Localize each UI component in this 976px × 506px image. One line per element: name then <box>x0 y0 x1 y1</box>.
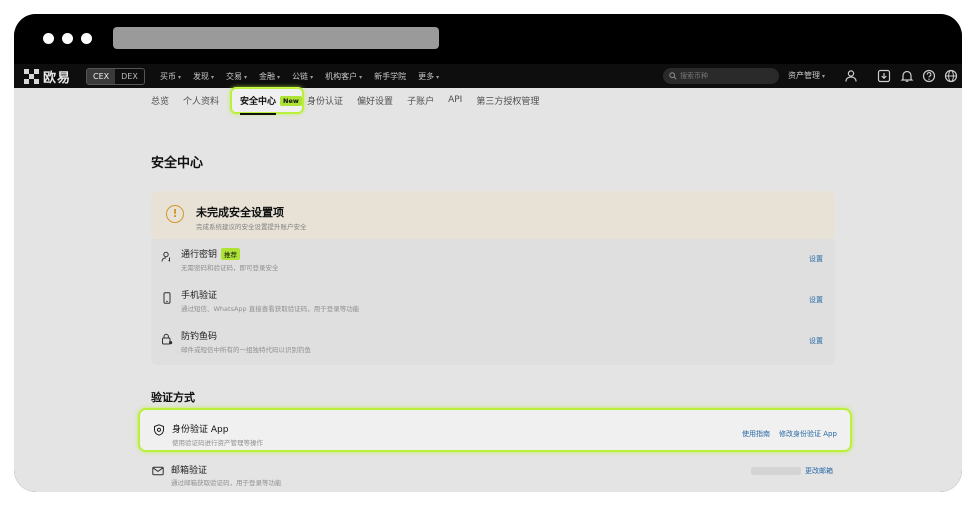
new-badge: New <box>280 95 302 106</box>
user-key-icon <box>161 251 170 262</box>
menu-item-academy[interactable]: 新手学院 <box>374 71 406 82</box>
user-guide-link[interactable]: 使用指南 <box>742 429 770 439</box>
menu-item-chain[interactable]: 公链 ▾ <box>292 71 313 82</box>
menu-item-discover[interactable]: 发现 ▾ <box>193 71 214 82</box>
security-items-list: 通行密钥 推荐 无需密码和验证码，即可登录安全 设置 手机验证 通过短信、What… <box>151 239 835 365</box>
chevron-down-icon: ▾ <box>310 73 314 81</box>
menu-item-finance[interactable]: 金融 ▾ <box>259 71 280 82</box>
lock-icon <box>162 333 173 345</box>
menu-item-institutional[interactable]: 机构客户 ▾ <box>325 71 362 82</box>
chevron-down-icon: ▾ <box>359 73 363 81</box>
tab-third-party-auth[interactable]: 第三方授权管理 <box>476 94 539 107</box>
search-input[interactable]: 搜索币种 <box>663 68 779 84</box>
active-tab-indicator <box>240 113 276 115</box>
tab-security-center[interactable]: 安全中心 New <box>230 87 304 114</box>
browser-chrome <box>14 14 962 64</box>
globe-icon[interactable] <box>944 69 958 83</box>
verification-methods-title: 验证方式 <box>151 391 195 404</box>
phone-icon <box>163 292 171 304</box>
top-navigation: 欧易 CEX DEX 买币 ▾ 发现 ▾ 交易 ▾ 金融 ▾ 公链 ▾ 机构客户 ▾ 新手学… <box>14 64 962 88</box>
security-item-passkey: 通行密钥 推荐 无需密码和验证码，即可登录安全 设置 <box>151 239 835 279</box>
phone-desc: 通过短信、WhatsApp 直接查看获取验证码，用于登录等功能 <box>181 305 360 313</box>
menu-item-trade[interactable]: 交易 ▾ <box>226 71 247 82</box>
logo-text: 欧易 <box>43 70 72 86</box>
address-bar[interactable] <box>113 27 439 49</box>
tab-profile[interactable]: 个人资料 <box>183 94 219 107</box>
window-maximize-dot[interactable] <box>81 33 92 44</box>
incomplete-security-card: ! 未完成安全设置项 完成系统建议的安全设置提升账户安全 <box>151 191 835 239</box>
menu-item-buy[interactable]: 买币 ▾ <box>160 71 181 82</box>
download-icon[interactable] <box>877 69 891 83</box>
modify-authenticator-link[interactable]: 修改身份验证 App <box>779 429 837 439</box>
recommended-badge: 推荐 <box>221 247 241 260</box>
warning-title: 未完成安全设置项 <box>196 206 284 219</box>
email-verification-row: 邮箱验证 通过邮箱获取验证码，用于登录等功能 更改邮箱 <box>151 458 835 492</box>
anti-phishing-desc: 邮件或短信中所有的一组独特代码以识别钓鱼 <box>181 346 311 354</box>
account-tabs: 总览 个人资料 身份认证 偏好设置 子账户 API 第三方授权管理 <box>151 88 553 112</box>
chevron-down-icon: ▾ <box>178 73 182 81</box>
dex-option[interactable]: DEX <box>115 69 144 84</box>
email-desc: 通过邮箱获取验证码，用于登录等功能 <box>171 479 282 487</box>
bell-icon[interactable] <box>900 69 914 83</box>
email-title: 邮箱验证 <box>171 466 208 476</box>
security-item-phone: 手机验证 通过短信、WhatsApp 直接查看获取验证码，用于登录等功能 设置 <box>151 280 835 320</box>
authenticator-app-row: 身份验证 App 使用验证码进行资产管理等操作 使用指南 修改身份验证 App <box>138 408 852 452</box>
asset-management-menu[interactable]: 资产管理 ▾ <box>788 64 825 89</box>
cex-option[interactable]: CEX <box>87 69 116 84</box>
help-icon[interactable] <box>922 69 936 83</box>
shield-icon <box>154 424 164 436</box>
security-item-anti-phishing: 防钓鱼码 邮件或短信中所有的一组独特代码以识别钓鱼 设置 <box>151 321 835 361</box>
chevron-down-icon: ▾ <box>436 73 440 81</box>
tab-api[interactable]: API <box>448 95 462 105</box>
window-frame: 欧易 CEX DEX 买币 ▾ 发现 ▾ 交易 ▾ 金融 ▾ 公链 ▾ 机构客户 ▾ 新手学… <box>14 14 962 492</box>
search-icon <box>669 72 677 80</box>
chevron-down-icon: ▾ <box>277 73 281 81</box>
anti-phishing-title: 防钓鱼码 <box>181 332 218 342</box>
main-menu: 买币 ▾ 发现 ▾ 交易 ▾ 金融 ▾ 公链 ▾ 机构客户 ▾ 新手学院 更多 ▾ <box>160 64 439 88</box>
anti-phishing-setup-link[interactable]: 设置 <box>809 336 823 346</box>
phone-setup-link[interactable]: 设置 <box>809 295 823 305</box>
warning-subtitle: 完成系统建议的安全设置提升账户安全 <box>196 223 307 231</box>
tab-identity[interactable]: 身份认证 <box>307 94 343 107</box>
tab-preferences[interactable]: 偏好设置 <box>357 94 393 107</box>
logo[interactable]: 欧易 <box>24 67 72 86</box>
passkey-setup-link[interactable]: 设置 <box>809 254 823 264</box>
passkey-desc: 无需密码和验证码，即可登录安全 <box>181 264 279 272</box>
tab-overview[interactable]: 总览 <box>151 94 169 107</box>
menu-item-more[interactable]: 更多 ▾ <box>418 71 439 82</box>
search-placeholder: 搜索币种 <box>680 72 708 80</box>
phone-title: 手机验证 <box>181 291 218 301</box>
change-email-link[interactable]: 更改邮箱 <box>805 466 833 476</box>
chevron-down-icon: ▾ <box>244 73 248 81</box>
page-title: 安全中心 <box>151 156 204 171</box>
authenticator-title: 身份验证 App <box>172 425 229 435</box>
cex-dex-switch[interactable]: CEX DEX <box>86 68 145 85</box>
window-minimize-dot[interactable] <box>62 33 73 44</box>
window-close-dot[interactable] <box>43 33 54 44</box>
security-center-page: 总览 个人资料 身份认证 偏好设置 子账户 API 第三方授权管理 安全中心 N… <box>14 87 962 492</box>
okx-logo-icon <box>24 68 39 84</box>
masked-email <box>751 467 801 475</box>
authenticator-desc: 使用验证码进行资产管理等操作 <box>172 439 263 447</box>
mail-icon <box>152 466 164 476</box>
chevron-down-icon: ▾ <box>822 73 826 80</box>
user-icon[interactable] <box>844 69 858 83</box>
tab-sub-accounts[interactable]: 子账户 <box>407 94 434 107</box>
chevron-down-icon: ▾ <box>211 73 215 81</box>
passkey-title: 通行密钥 <box>181 250 218 260</box>
warning-icon: ! <box>166 205 184 223</box>
